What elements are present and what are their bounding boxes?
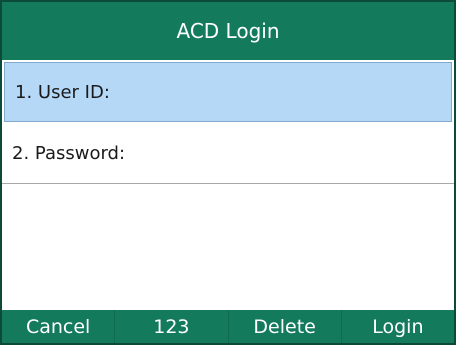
softkey-bar: Cancel 123 Delete Login bbox=[2, 310, 454, 343]
screen-title: ACD Login bbox=[176, 19, 280, 43]
title-bar: ACD Login bbox=[2, 2, 454, 60]
password-label: 2. Password: bbox=[12, 143, 126, 164]
user-id-label: 1. User ID: bbox=[15, 81, 110, 103]
input-mode-button[interactable]: 123 bbox=[115, 310, 229, 343]
user-id-field[interactable]: 1. User ID: bbox=[4, 62, 452, 122]
password-field[interactable]: 2. Password: bbox=[2, 124, 454, 184]
login-button[interactable]: Login bbox=[342, 310, 454, 343]
phone-screen: ACD Login 1. User ID: 2. Password: Cance… bbox=[0, 0, 456, 345]
cancel-button[interactable]: Cancel bbox=[2, 310, 116, 343]
delete-button[interactable]: Delete bbox=[229, 310, 342, 343]
login-fields: 1. User ID: 2. Password: bbox=[2, 62, 454, 184]
